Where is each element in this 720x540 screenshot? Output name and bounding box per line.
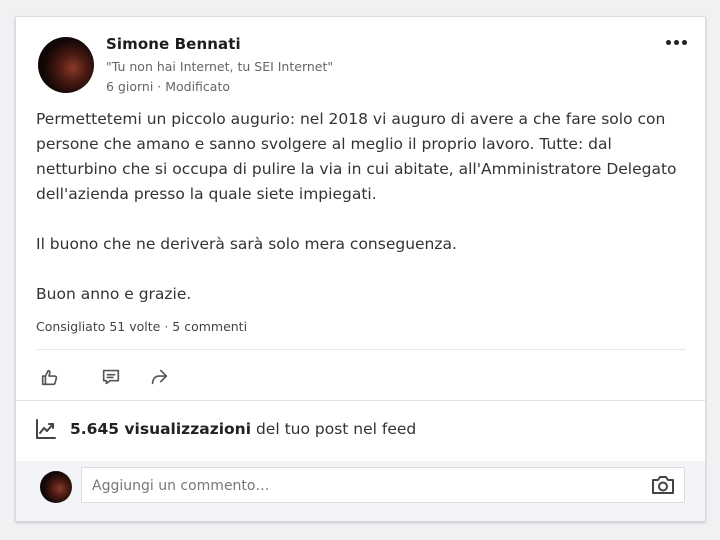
views-summary[interactable]: 5.645 visualizzazioni del tuo post nel f… bbox=[34, 417, 416, 441]
author-name[interactable]: Simone Bennati bbox=[106, 35, 241, 53]
post-body: Permettetemi un piccolo augurio: nel 201… bbox=[36, 107, 691, 307]
camera-icon bbox=[652, 476, 674, 494]
add-photo-button[interactable] bbox=[650, 473, 676, 497]
user-avatar[interactable] bbox=[40, 471, 72, 503]
more-options-button[interactable] bbox=[659, 31, 693, 53]
share-icon bbox=[151, 369, 168, 385]
views-count: 5.645 visualizzazioni bbox=[70, 420, 252, 438]
comment-button[interactable] bbox=[99, 365, 123, 389]
thumbs-up-icon bbox=[41, 369, 58, 386]
post-card: Simone Bennati "Tu non hai Internet, tu … bbox=[15, 16, 706, 522]
dot-icon bbox=[665, 39, 671, 45]
share-button[interactable] bbox=[147, 365, 171, 389]
section-divider bbox=[16, 400, 705, 401]
views-text: 5.645 visualizzazioni del tuo post nel f… bbox=[70, 420, 416, 438]
author-headline: "Tu non hai Internet, tu SEI Internet" bbox=[106, 59, 334, 74]
dot-icon bbox=[681, 39, 687, 45]
dot-icon bbox=[673, 39, 679, 45]
post-meta: 6 giorni · Modificato bbox=[106, 79, 231, 94]
comment-box bbox=[81, 467, 685, 504]
divider bbox=[36, 349, 686, 350]
trending-up-icon bbox=[36, 419, 56, 439]
post-paragraph: Buon anno e grazie. bbox=[36, 285, 192, 303]
recommendations-link[interactable]: Consigliato 51 volte bbox=[36, 319, 160, 334]
separator: · bbox=[160, 319, 173, 334]
post-paragraph: Permettetemi un piccolo augurio: nel 201… bbox=[36, 110, 677, 203]
post-paragraph: Il buono che ne deriverà sarà solo mera … bbox=[36, 235, 457, 253]
comments-link[interactable]: 5 commenti bbox=[172, 319, 247, 334]
comment-composer bbox=[16, 461, 705, 521]
comment-icon bbox=[102, 369, 120, 385]
social-counts: Consigliato 51 volte · 5 commenti bbox=[36, 319, 247, 334]
views-suffix: del tuo post nel feed bbox=[251, 420, 417, 438]
author-avatar[interactable] bbox=[38, 37, 94, 93]
comment-input[interactable] bbox=[90, 468, 634, 504]
like-button[interactable] bbox=[38, 365, 62, 389]
